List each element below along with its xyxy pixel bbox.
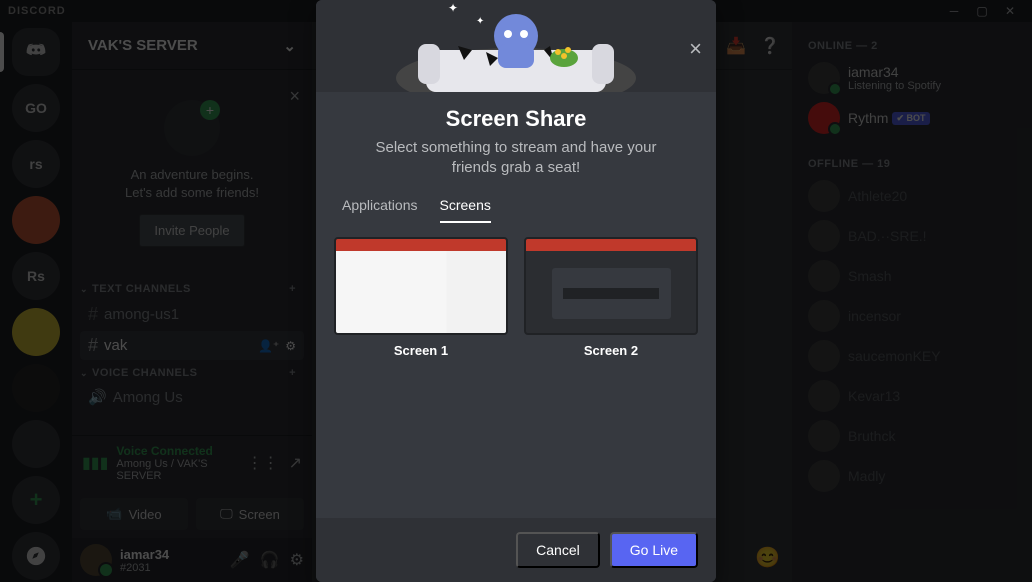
screen-label: Screen 2 <box>524 343 698 358</box>
svg-text:✦: ✦ <box>476 16 484 27</box>
modal-tabs: Applications Screens <box>316 179 716 223</box>
screen-thumbnail <box>524 237 698 335</box>
svg-text:✦: ✦ <box>448 1 458 15</box>
tab-applications[interactable]: Applications <box>342 197 418 223</box>
screen-share-modal: × ✦✦ Screen Share Select something to st… <box>316 0 716 582</box>
screen-option-1[interactable]: Screen 1 <box>334 237 508 358</box>
modal-hero: × ✦✦ <box>316 0 716 92</box>
modal-footer: Cancel Go Live <box>316 518 716 582</box>
screen-option-2[interactable]: Screen 2 <box>524 237 698 358</box>
go-live-button[interactable]: Go Live <box>610 532 698 568</box>
robot-couch-illustration: ✦✦ <box>386 0 646 92</box>
tab-screens[interactable]: Screens <box>440 197 491 223</box>
close-icon[interactable]: × <box>689 36 702 62</box>
cancel-button[interactable]: Cancel <box>516 532 600 568</box>
modal-title: Screen Share <box>336 106 696 132</box>
screen-thumbnail <box>334 237 508 335</box>
modal-subtitle: Select something to stream and have your… <box>316 138 716 179</box>
screen-label: Screen 1 <box>334 343 508 358</box>
